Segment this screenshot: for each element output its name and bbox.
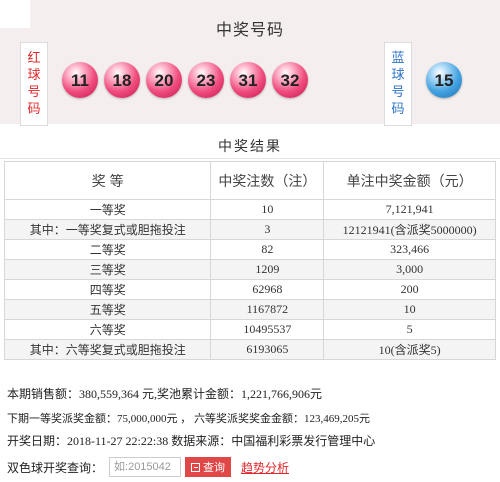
winner-count: 3	[210, 219, 325, 240]
table-row: 五等奖 1167872 10	[3, 299, 496, 320]
red-ball: 18	[104, 62, 140, 98]
prize-level: 二等奖	[3, 239, 212, 260]
edit-icon	[191, 462, 201, 472]
red-label-char: 红	[27, 51, 41, 66]
blue-label-char: 蓝	[391, 51, 405, 66]
next-bonus-info: 下期一等奖派奖金额：75,000,000元 ， 六等奖派奖奖金金额：123,46…	[7, 413, 370, 425]
prize-table: 奖 等 中奖注数（注） 单注中奖金额（元） 一等奖 10 7,121,941 其…	[3, 161, 496, 360]
blue-label-char: 球	[391, 68, 405, 83]
prize-level: 其中：六等奖复式或胆拖投注	[3, 339, 212, 360]
table-row: 一等奖 10 7,121,941	[3, 199, 496, 220]
page-title: 中奖号码	[215, 20, 284, 39]
red-ball: 23	[188, 62, 224, 98]
table-row: 其中：一等奖复式或胆拖投注 3 12121941(含派奖5000000)	[3, 219, 496, 240]
prize-level: 六等奖	[3, 319, 212, 340]
prize-amount: 10(含派奖5)	[323, 339, 496, 360]
prize-amount: 10	[323, 299, 496, 320]
query-button[interactable]: 查询	[185, 457, 232, 477]
prize-level: 四等奖	[3, 279, 212, 300]
prize-amount: 7,121,941	[323, 199, 496, 220]
trend-analysis-link[interactable]: 趋势分析	[241, 459, 289, 476]
winner-count: 6193065	[210, 339, 325, 360]
winner-count: 62968	[210, 279, 325, 300]
prize-amount: 200	[323, 279, 496, 300]
issue-search-input[interactable]	[109, 457, 182, 477]
results-title: 中奖结果	[218, 139, 282, 155]
prize-amount: 5	[323, 319, 496, 340]
winner-count: 1209	[210, 259, 325, 280]
prize-amount: 3,000	[323, 259, 496, 280]
winner-count: 10495537	[210, 319, 325, 340]
column-header: 奖 等	[3, 161, 212, 200]
query-bar: 双色球开奖查询： 查询 趋势分析	[7, 456, 289, 478]
table-row: 六等奖 10495537 5	[3, 319, 496, 340]
prize-level: 其中：一等奖复式或胆拖投注	[3, 219, 212, 240]
red-ball: 20	[146, 62, 182, 98]
red-label-char: 码	[27, 102, 41, 117]
column-header: 中奖注数（注）	[210, 161, 325, 200]
red-ball: 11	[62, 62, 98, 98]
blue-ball: 15	[426, 62, 462, 98]
red-label-char: 球	[27, 68, 41, 83]
table-row: 三等奖 1209 3,000	[3, 259, 496, 280]
prize-amount: 323,466	[323, 239, 496, 260]
red-ball-label: 红 球 号 码	[20, 42, 48, 126]
blue-label-char: 码	[391, 102, 405, 117]
red-ball: 32	[272, 62, 308, 98]
table-row: 四等奖 62968 200	[3, 279, 496, 300]
prize-level: 三等奖	[3, 259, 212, 280]
red-label-char: 号	[27, 85, 41, 100]
prize-amount: 12121941(含派奖5000000)	[323, 219, 496, 240]
table-row: 其中：六等奖复式或胆拖投注 6193065 10(含派奖5)	[3, 339, 496, 360]
draw-date-info: 开奖日期：2018-11-27 22:22:38 数据来源：中国福利彩票发行管理…	[7, 434, 376, 448]
red-ball: 31	[230, 62, 266, 98]
table-header-row: 奖 等 中奖注数（注） 单注中奖金额（元）	[3, 161, 496, 200]
divider	[0, 158, 500, 159]
sales-info: 本期销售额：380,559,364 元,奖池累计金额：1,221,766,906…	[7, 387, 323, 401]
table-row: 二等奖 82 323,466	[3, 239, 496, 260]
winner-count: 1167872	[210, 299, 325, 320]
prize-level: 五等奖	[3, 299, 212, 320]
column-header: 单注中奖金额（元）	[323, 161, 496, 200]
query-label: 双色球开奖查询：	[7, 460, 104, 475]
query-button-label: 查询	[203, 462, 226, 474]
blue-label-char: 号	[391, 85, 405, 100]
winner-count: 82	[210, 239, 325, 260]
prize-level: 一等奖	[3, 199, 212, 220]
winner-count: 10	[210, 199, 325, 220]
blue-ball-label: 蓝 球 号 码	[384, 42, 412, 126]
